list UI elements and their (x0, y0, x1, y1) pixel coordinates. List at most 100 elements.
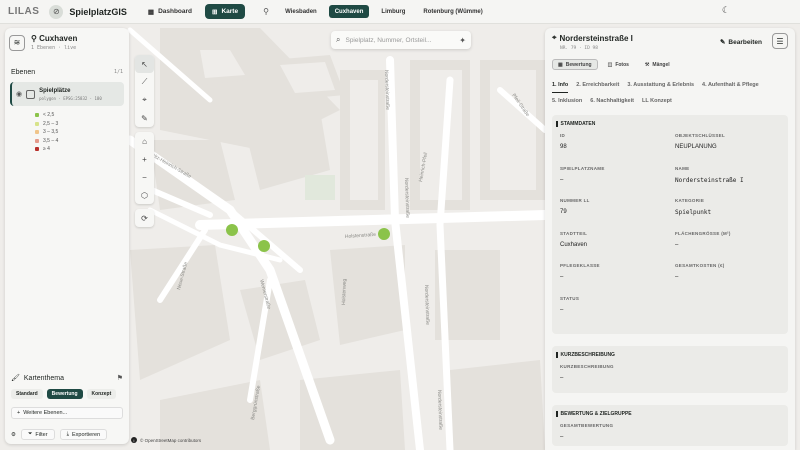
section-info[interactable]: 1. Info (552, 77, 569, 93)
layer-name: Spielplätze (39, 87, 71, 94)
card-heading: STAMMDATEN (560, 121, 596, 127)
camera-icon: ◫ (607, 61, 613, 68)
sparkle-icon[interactable]: ✦ (459, 36, 466, 45)
refresh-icon[interactable]: ⟳ (135, 209, 154, 227)
theme-standard[interactable]: Standard (11, 389, 43, 399)
card-heading: KURZBESCHREIBUNG (560, 352, 615, 358)
panel-title: ⚲ Cuxhaven (31, 34, 78, 43)
field: PFLEGEKLASSE – (560, 263, 665, 296)
bookmark-icon[interactable]: ⚑ (117, 374, 123, 382)
playground-marker[interactable] (226, 224, 238, 236)
map-button[interactable]: ⊞ Karte (205, 4, 246, 19)
legend: < 2,5 2,5 – 3 3 – 3,5 3,5 – 4 ≥ 4 (5, 106, 129, 154)
theme-konzept[interactable]: Konzept (86, 389, 117, 399)
legend-item: 2,5 – 3 (35, 120, 129, 129)
playground-marker[interactable] (378, 228, 390, 240)
layer-color-icon (26, 89, 36, 99)
section-inklusion[interactable]: 5. Inklusion (552, 93, 582, 109)
field: SPIELPLATZNAME – (560, 166, 665, 199)
dashboard-label: Dashboard (158, 8, 193, 15)
field-value: Spielpunkt (675, 209, 712, 216)
section-konzept[interactable]: LL Konzept (642, 93, 672, 109)
section-aufenthalt[interactable]: 4. Aufenthalt & Pflege (702, 77, 759, 93)
legend-item: 3 – 3,5 (35, 128, 129, 137)
city-cuxhaven[interactable]: Cuxhaven (328, 5, 370, 18)
layers-heading: Ebenen (11, 69, 36, 76)
tab-maengel[interactable]: ⚒ Mängel (639, 59, 676, 70)
layer-spielplaetze[interactable]: ◉ Spielplätze polygon · EPSG:25832 · 180 (10, 82, 124, 106)
city-limburg[interactable]: Limburg (375, 5, 411, 18)
field: KATEGORIE Spielpunkt (675, 198, 780, 231)
street-label: Holstenweg (341, 279, 348, 306)
settings-icon[interactable]: ⚙ (11, 432, 16, 438)
brush-icon: 🖌 (11, 375, 20, 382)
field-label: FLÄCHENGRÖSSE (M²) (675, 230, 731, 236)
stammdaten-card: STAMMDATEN ID 98 OBJEKTSCHLÜSSEL NEUPLANUNG… (552, 115, 788, 334)
theme-bewertung[interactable]: Bewertung (46, 389, 83, 399)
field-label: GESAMTKOSTEN (€) (675, 263, 725, 268)
home-icon[interactable]: ⌂ (135, 132, 154, 150)
field-value: – (560, 274, 564, 280)
eye-icon[interactable]: ◉ (16, 90, 22, 98)
field-label: ID (560, 133, 566, 138)
field-value: NEUPLANUNG (675, 144, 717, 150)
detail-subtitle: NR. 79 · ID 98 (560, 46, 598, 51)
pointer-tool-icon[interactable]: ↖ (135, 55, 154, 73)
field: FLÄCHENGRÖSSE (M²) – (675, 231, 780, 264)
user-icon[interactable]: ⚲ (259, 5, 273, 19)
pin-tool-icon[interactable]: ⌖ (135, 91, 154, 109)
3d-view-icon[interactable]: ⬡ (135, 186, 154, 204)
legend-item: < 2,5 (35, 111, 129, 120)
field-label: STADTTEIL (560, 230, 588, 236)
more-layers-button[interactable]: + Weitere Ebenen... (11, 407, 123, 419)
zoom-out-icon[interactable]: − (135, 168, 154, 186)
field: NUMMER LL 79 (560, 198, 665, 231)
tab-bewertung[interactable]: ▦ Bewertung (552, 59, 598, 70)
download-icon: ⤓ (66, 431, 70, 437)
field-label: PFLEGEKLASSE (560, 263, 600, 268)
section-tabs: 1. Info 2. Erreichbarkeit 3. Ausstattung… (545, 73, 795, 109)
info-icon[interactable]: i (131, 437, 137, 443)
search-input[interactable] (345, 36, 455, 44)
playground-marker[interactable] (258, 240, 270, 252)
map-label: Karte (221, 8, 239, 15)
city-rotenburg[interactable]: Rotenburg (Wümme) (417, 5, 488, 18)
section-ausstattung[interactable]: 3. Ausstattung & Erlebnis (627, 77, 694, 93)
search-icon: ⌕ (336, 35, 341, 44)
export-button[interactable]: ⤓ Exportieren (59, 429, 108, 440)
detail-panel: ⌖ Nordersteinstraße I NR. 79 · ID 98 ✎ B… (545, 28, 795, 450)
field: NAME Nordersteinstraße I (675, 166, 780, 199)
field-label: SPIELPLATZNAME (560, 165, 605, 171)
legend-item: 3,5 – 4 (35, 137, 129, 146)
theme-heading: Kartenthema (23, 374, 64, 382)
map-toolbar: ↖ ⟋ ⌖ ✎ ⌂ + − ⬡ ⟳ (135, 55, 154, 232)
sliders-icon[interactable]: ☰ (772, 33, 788, 49)
zoom-in-icon[interactable]: + (135, 150, 154, 168)
edit-button[interactable]: ✎ Bearbeiten (720, 38, 762, 47)
section-erreichbarkeit[interactable]: 2. Erreichbarkeit (576, 77, 619, 93)
filter-button[interactable]: ⏷ Filter (20, 429, 55, 440)
field-label: NAME (675, 165, 690, 171)
search-bar: ⌕ ✦ (331, 31, 471, 49)
section-nachhaltigkeit[interactable]: 6. Nachhaltigkeit (590, 93, 634, 109)
legend-item: ≥ 4 (35, 145, 129, 154)
dashboard-button[interactable]: ▦ Dashboard (141, 4, 199, 19)
field: STADTTEIL Cuxhaven (560, 231, 665, 264)
city-wiesbaden[interactable]: Wiesbaden (279, 5, 323, 18)
dark-mode-icon[interactable]: ☾ (722, 5, 730, 16)
street-label: Holstenstraße (345, 232, 377, 240)
field-value: 79 (560, 209, 567, 215)
dashboard-icon: ▦ (147, 8, 155, 16)
measure-tool-icon[interactable]: ⟋ (135, 73, 154, 91)
field-label: NUMMER LL (560, 198, 590, 203)
tab-fotos[interactable]: ◫ Fotos (602, 59, 635, 70)
field-value: – (675, 274, 679, 280)
field-label: GESAMTBEWERTUNG (560, 423, 614, 428)
field-value: 98 (560, 144, 567, 150)
field-label: OBJEKTSCHLÜSSEL (675, 133, 726, 138)
field: ID 98 (560, 133, 665, 166)
draw-tool-icon[interactable]: ✎ (135, 109, 154, 127)
detail-title: ⌖ Nordersteinstraße I (552, 33, 633, 43)
layers-icon[interactable]: ≋ (9, 34, 25, 51)
bewertung-card: BEWERTUNG & ZIELGRUPPE GESAMTBEWERTUNG – (552, 405, 788, 446)
